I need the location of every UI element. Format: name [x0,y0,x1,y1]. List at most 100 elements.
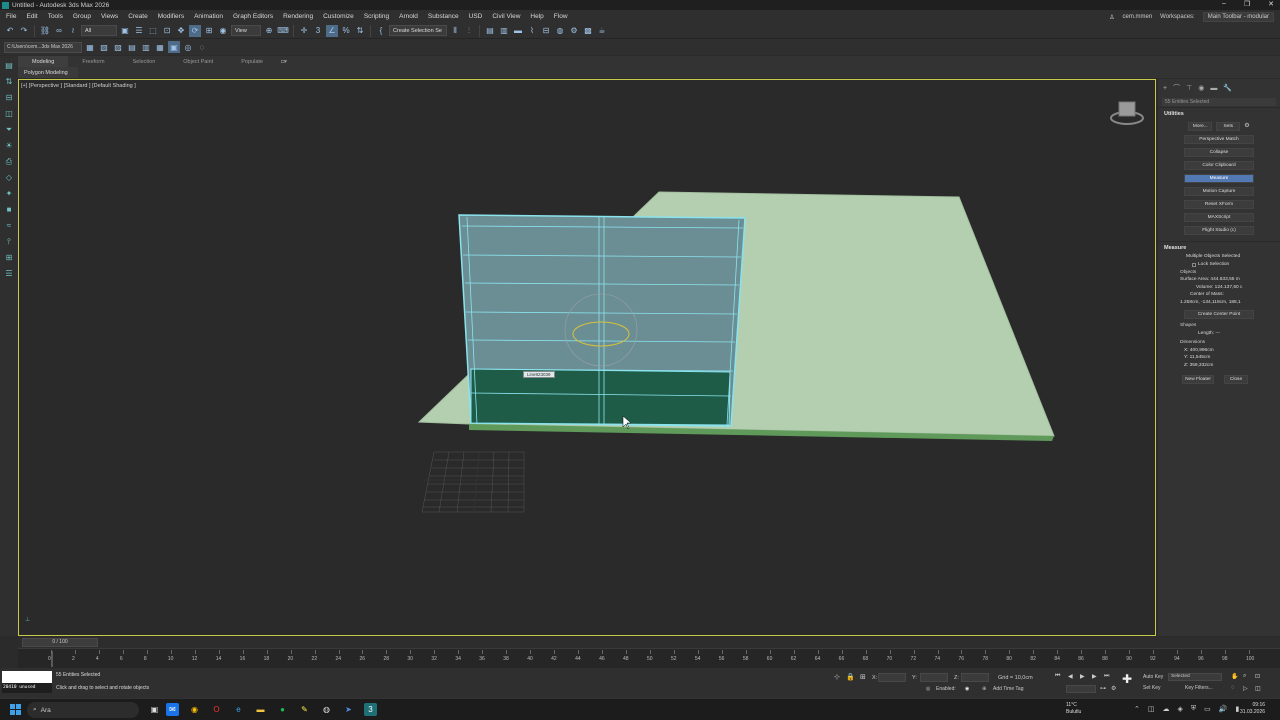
light-icon[interactable]: ☀ [4,140,15,151]
collapse-button[interactable]: Collapse [1184,148,1254,157]
edit-named-sets-icon[interactable]: { [375,25,387,37]
isolate-selection-icon[interactable]: ⊹ [834,673,840,681]
maximize-viewport-icon[interactable]: ◫ [1255,685,1261,692]
utilities-tab-icon[interactable]: 🔧 [1223,84,1232,92]
user-account[interactable]: cem.mmen [1122,14,1152,20]
sets-button[interactable]: Sets [1216,122,1241,131]
outlook-app-icon[interactable]: ✉ [166,703,179,716]
percent-snap-icon[interactable]: % [340,25,352,37]
taskbar-search[interactable]: ⌕ Ara [27,702,139,718]
geometry-icon[interactable]: ■ [4,204,15,215]
key-selection-select[interactable]: Selected [1168,673,1222,681]
scene-explorer-side-icon[interactable]: ▤ [4,60,15,71]
volume-icon[interactable]: 🔊 [1219,705,1228,713]
autogrid-icon[interactable]: ◌ [196,41,208,53]
unlink-icon[interactable]: ∞ [53,25,65,37]
configure-icon[interactable]: ⚙ [1244,122,1249,131]
tab-selection[interactable]: Selection [119,56,170,67]
select-scale-icon[interactable]: ⊞ [203,25,215,37]
next-frame-icon[interactable]: ▶ [1092,673,1097,680]
perspective-match-button[interactable]: Perspective Match [1184,135,1254,144]
menu-civil-view[interactable]: Civil View [492,13,520,20]
render-setup-icon[interactable]: ⚙ [568,25,580,37]
play-icon[interactable]: ▶ [1080,673,1085,680]
menu-substance[interactable]: Substance [428,13,459,20]
time-tag-icon[interactable]: ⊕ [982,686,986,692]
create-project-icon[interactable]: ▧ [98,41,110,53]
reference-coord-select[interactable]: View [231,25,261,36]
set-key-icon[interactable]: ✚ [1122,672,1132,686]
project-asset-icon[interactable]: ▦ [154,41,166,53]
menu-group[interactable]: Group [73,13,91,20]
menu-usd[interactable]: USD [469,13,483,20]
project-settings-icon[interactable]: ▥ [140,41,152,53]
file-explorer-icon[interactable]: ▬ [254,703,267,716]
time-slider[interactable]: 0 / 100 [18,637,1280,648]
ribbon-polygon-modeling[interactable]: Polygon Modeling [18,67,78,78]
flight-studio-button[interactable]: Flight Studio (c) [1184,226,1254,235]
goto-start-icon[interactable]: ⏮ [1055,673,1060,680]
menu-scripting[interactable]: Scripting [364,13,389,20]
scene-explorer-icon[interactable]: ▤ [484,25,496,37]
checkbox-box[interactable] [1192,262,1196,267]
display-tab-icon[interactable]: ▬ [1210,85,1217,92]
key-filters-button[interactable]: Key Filters... [1185,685,1213,691]
set-key-button[interactable]: Set Key [1143,685,1161,691]
spinner-snap-icon[interactable]: ⇅ [354,25,366,37]
selection-lock-icon[interactable]: 🔒 [846,673,855,681]
enabled-toggle-icon[interactable]: ◉ [965,686,969,692]
maxscript-listener[interactable]: 20410 unused [2,671,52,693]
camera-icon[interactable]: ⎙ [4,156,15,167]
hierarchy-tab-icon[interactable]: ⊤ [1186,84,1192,92]
named-selection-set-select[interactable]: Create Selection Se [389,25,447,36]
zoom-view-icon[interactable]: ⌕ [1243,673,1246,680]
scene-state-icon[interactable]: ◎ [926,686,930,692]
menu-animation[interactable]: Animation [194,13,223,20]
bone-icon[interactable]: ⫯ [4,236,15,247]
menu-tools[interactable]: Tools [48,13,63,20]
battery-icon[interactable]: ▮ [1235,705,1239,713]
auto-key-button[interactable]: Auto Key [1143,674,1163,680]
new-floater-button[interactable]: New Floater [1182,375,1214,384]
isolate-icon[interactable]: ◎ [182,41,194,53]
minimize-button[interactable]: – [1222,0,1226,8]
github-app-icon[interactable]: ◍ [320,703,333,716]
window-crossing-icon[interactable]: ⊡ [161,25,173,37]
link-icon[interactable]: ⛓ [39,25,51,37]
save-project-icon[interactable]: ▤ [126,41,138,53]
undo-icon[interactable]: ↶ [4,25,16,37]
render-production-icon[interactable]: ☕ [596,25,608,37]
select-rotate-icon[interactable]: ⟳ [189,24,201,37]
align-icon[interactable]: ⫶ [463,25,475,37]
zoom-extents-icon[interactable]: ⊡ [1255,673,1260,680]
filter-icon[interactable]: ⏷ [4,124,15,135]
measure-rollout-title[interactable]: Measure [1158,241,1280,253]
reset-xform-button[interactable]: Reset XForm [1184,200,1254,209]
taskbar-clock[interactable]: 09:16 31.03.2026 [1240,702,1265,716]
select-object-icon[interactable]: ▣ [119,25,131,37]
angle-snap-icon[interactable]: ∠ [326,24,338,37]
motion-capture-button[interactable]: Motion Capture [1184,187,1254,196]
measure-button[interactable]: Measure [1184,174,1254,183]
ribbon-options-icon[interactable]: ◘▾ [277,56,291,67]
security-icon[interactable]: ⛨ [1191,705,1196,713]
opera-app-icon[interactable]: O [210,703,223,716]
project-folder-icon[interactable]: ▦ [84,41,96,53]
messenger-app-icon[interactable]: ➤ [342,703,355,716]
task-view-icon[interactable]: ▣ [148,703,161,716]
cloud-icon[interactable]: ☁ [1163,705,1170,713]
material-editor-icon[interactable]: ◍ [554,25,566,37]
notes-app-icon[interactable]: ✎ [298,703,311,716]
space-warp-icon[interactable]: ≈ [4,220,15,231]
windows-start-icon[interactable] [10,704,21,715]
monitor-icon[interactable]: ▭ [1204,705,1211,713]
menu-edit[interactable]: Edit [26,13,37,20]
weather-widget[interactable]: 11°C Bulutlu [1066,702,1081,716]
more-button[interactable]: More... [1188,122,1213,131]
menu-customize[interactable]: Customize [323,13,354,20]
key-mode-icon[interactable]: ⊶ [1100,685,1106,692]
time-slider-thumb[interactable]: 0 / 100 [22,638,98,647]
3dsmax-app-icon[interactable]: 3 [364,703,377,716]
menu-graph-editors[interactable]: Graph Editors [233,13,273,20]
tab-populate[interactable]: Populate [227,56,277,67]
